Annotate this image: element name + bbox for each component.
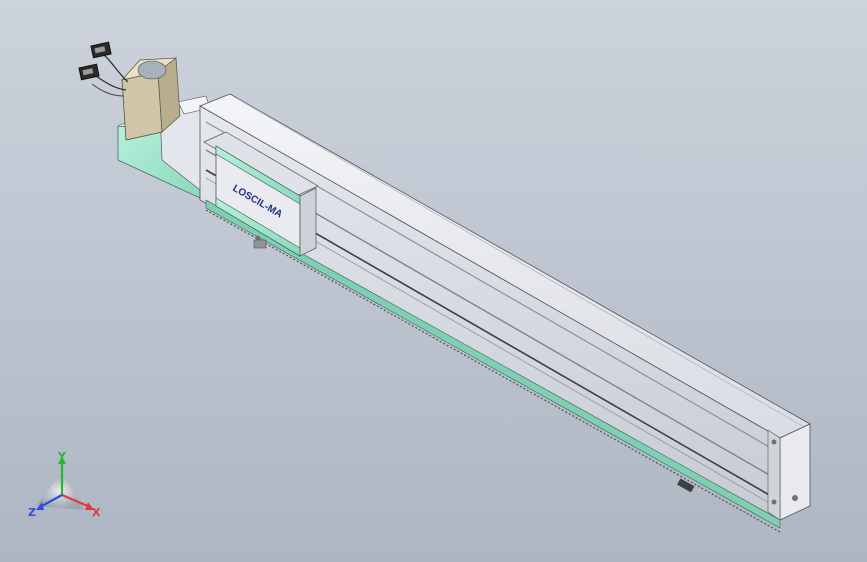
z-axis-label: Z — [28, 506, 36, 519]
graphics-viewport[interactable]: LOSCIL-MA Y X Z — [0, 0, 867, 562]
cable-connector-1[interactable] — [90, 41, 112, 59]
cable-connector-2[interactable] — [78, 63, 100, 81]
cad-scene[interactable]: LOSCIL-MA — [0, 0, 867, 562]
orientation-triad[interactable]: Y X Z — [24, 450, 114, 530]
y-axis-label: Y — [57, 450, 67, 463]
x-axis-label: X — [92, 506, 101, 519]
limit-sensor[interactable] — [677, 478, 695, 493]
rail-end-cap[interactable] — [767, 423, 811, 521]
linear-rail-body[interactable] — [199, 93, 811, 521]
